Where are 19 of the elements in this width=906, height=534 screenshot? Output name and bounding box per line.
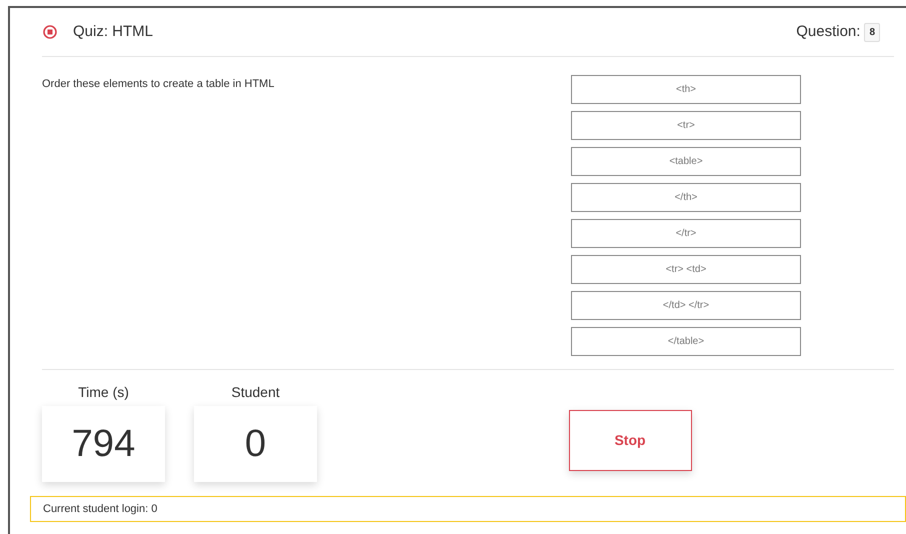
answer-tile[interactable]: </th> — [571, 183, 801, 212]
answer-tile[interactable]: </table> — [571, 327, 801, 356]
answer-tile[interactable]: <tr> — [571, 111, 801, 140]
stat-label: Time (s) — [78, 383, 129, 402]
question-prompt: Order these elements to create a table in HTML — [42, 78, 274, 90]
quiz-title: Quiz: HTML — [73, 22, 154, 42]
stat-label: Student — [231, 383, 280, 402]
status-bar: Current student login: 0 — [30, 496, 906, 522]
stop-button[interactable]: Stop — [568, 410, 692, 471]
question-label: Question: — [796, 22, 860, 42]
answer-tile[interactable]: <table> — [571, 147, 801, 176]
stat-card: 0 — [194, 406, 317, 482]
question-number: 8 — [864, 22, 880, 42]
stat-card: 794 — [42, 406, 165, 482]
answer-tile[interactable]: <tr> <td> — [571, 255, 801, 284]
answer-tile[interactable]: </td> </tr> — [571, 291, 801, 320]
answer-tile[interactable]: <th> — [571, 75, 801, 104]
stop-record-icon — [43, 25, 57, 39]
answer-tile[interactable]: </tr> — [571, 219, 801, 248]
